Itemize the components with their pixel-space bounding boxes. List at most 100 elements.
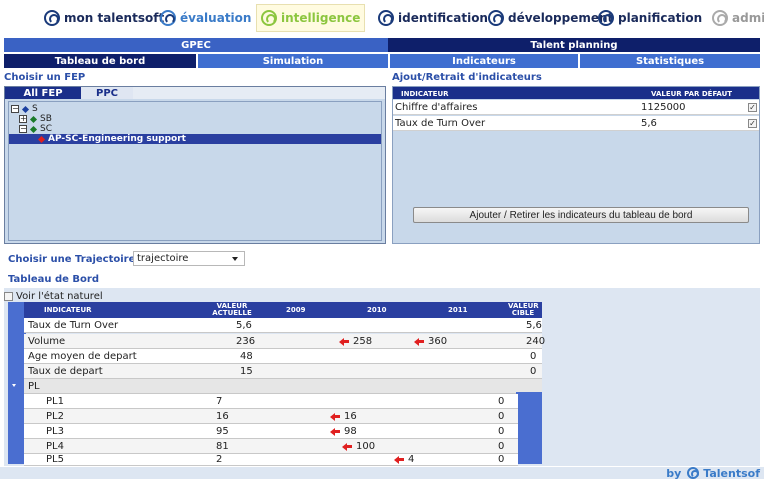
tree-node-sb[interactable]: + SB (19, 114, 52, 124)
row-name: PL4 (46, 441, 64, 452)
row-cible: 0 (530, 366, 537, 377)
table-sub-row: PL1 7 0 (24, 394, 518, 409)
trajectoire-select[interactable]: trajectoire (133, 251, 245, 266)
nav-identification[interactable]: identification (378, 6, 488, 30)
talentsoft-logo-icon (712, 10, 728, 26)
row-name: Volume (28, 336, 66, 347)
row-name: PL1 (46, 396, 64, 407)
col-2009: 2009 (286, 306, 306, 314)
nav-admin[interactable]: admi (712, 6, 764, 30)
table-row: Volume 236 258 360 240 (24, 334, 546, 349)
expand-arrow-icon[interactable] (12, 384, 16, 387)
group-name: PL (28, 381, 40, 392)
indicator-checkbox[interactable]: ✓ (748, 103, 757, 112)
indicator-name: Chiffre d'affaires (395, 102, 478, 113)
tab-tableau-de-bord[interactable]: Tableau de bord (4, 54, 196, 68)
diamond-icon (37, 135, 46, 143)
tree-node-sc[interactable]: − SC (19, 124, 52, 134)
table-row: Age moyen de depart 48 0 (24, 349, 542, 364)
fep-title: Choisir un FEP (4, 72, 86, 83)
diamond-icon (29, 115, 38, 123)
row-name: Taux de Turn Over (28, 320, 119, 331)
row-actuelle: 7 (216, 396, 223, 407)
footer-brand: Talentsof (703, 466, 760, 479)
row-2009-value: 98 (344, 426, 357, 437)
tab-all-fep[interactable]: All FEP (5, 87, 81, 99)
tab-simulation[interactable]: Simulation (198, 54, 388, 68)
diamond-icon (29, 125, 38, 133)
table-group-row[interactable]: PL (12, 379, 542, 394)
tab-ppc[interactable]: PPC (81, 87, 133, 99)
indicator-value: 5,6 (641, 118, 657, 129)
trend-arrow-icon (342, 442, 352, 451)
add-remove-indicators-button[interactable]: Ajouter / Retirer les indicateurs du tab… (413, 207, 749, 223)
trend-arrow-icon (414, 337, 424, 346)
collapse-icon[interactable]: − (19, 125, 27, 133)
tree-node-label: SB (40, 114, 52, 124)
tree-node-label: S (32, 104, 38, 114)
tab-indicateurs[interactable]: Indicateurs (390, 54, 578, 68)
indicator-row: Taux de Turn Over 5,6 ✓ (393, 116, 759, 131)
row-2011-value: 4 (408, 454, 415, 465)
talentsoft-logo-icon (598, 10, 614, 26)
nav-mon-talentsoft[interactable]: mon talentsoft (44, 6, 164, 30)
row-2011-value: 360 (428, 336, 448, 347)
fep-tabs: All FEP PPC (5, 87, 385, 99)
nav-developpement[interactable]: développement (488, 6, 613, 30)
indicator-checkbox[interactable]: ✓ (748, 119, 757, 128)
row-cible: 5,6 (526, 320, 542, 331)
collapse-icon[interactable]: − (11, 105, 19, 113)
col-valeur-actuelle-line2: ACTUELLE (212, 309, 252, 317)
diamond-icon (21, 105, 30, 113)
col-2011: 2011 (448, 306, 468, 314)
tree-node-s[interactable]: − S (11, 104, 38, 114)
row-2010-value: 100 (356, 441, 376, 452)
tableau-de-bord-title: Tableau de Bord (8, 274, 100, 285)
row-2011: 360 (414, 336, 447, 347)
expand-icon[interactable]: + (19, 115, 27, 123)
chevron-down-icon (232, 257, 238, 261)
nav-planification[interactable]: planification (598, 6, 702, 30)
nav-label: identification (398, 11, 488, 25)
indicator-value: 1125000 (641, 102, 686, 113)
voir-etat-naturel-label: Voir l'état naturel (16, 291, 103, 302)
row-actuelle: 48 (240, 351, 253, 362)
row-actuelle: 236 (236, 336, 256, 347)
trajectoire-value: trajectoire (137, 253, 189, 264)
section-label: GPEC (181, 39, 211, 51)
table-row: Taux de depart 15 0 (24, 364, 542, 379)
section-gpec[interactable]: GPEC (4, 38, 388, 52)
row-cible: 0 (530, 351, 537, 362)
row-name: PL5 (46, 454, 64, 465)
trend-arrow-icon (330, 427, 340, 436)
footer-by: by (666, 466, 682, 479)
top-navigation: mon talentsoft évaluation intelligence i… (0, 0, 764, 38)
row-name: Age moyen de depart (28, 351, 137, 362)
col-valeur-cible-line2: CIBLE (511, 309, 535, 317)
row-actuelle: 5,6 (236, 320, 252, 331)
tree-node-ap-sc-engineering-support[interactable]: AP-SC-Engineering support (9, 134, 381, 144)
voir-etat-naturel-checkbox[interactable] (4, 292, 13, 301)
row-name: PL3 (46, 426, 64, 437)
voir-etat-naturel[interactable]: Voir l'état naturel (4, 291, 103, 302)
row-actuelle: 2 (216, 454, 223, 465)
indicators-header: INDICATEUR VALEUR PAR DÉFAUT (393, 87, 759, 99)
talentsoft-logo-icon (44, 10, 60, 26)
row-2009: 98 (330, 426, 357, 437)
indicator-row: Chiffre d'affaires 1125000 ✓ (393, 100, 759, 115)
row-cible: 0 (498, 396, 505, 407)
nav-evaluation[interactable]: évaluation (160, 6, 251, 30)
footer (0, 467, 764, 479)
section-talent-planning[interactable]: Talent planning (388, 38, 760, 52)
nav-intelligence[interactable]: intelligence (256, 4, 366, 32)
tab-label: Statistiques (635, 55, 705, 67)
row-2009-value: 16 (344, 411, 357, 422)
tree-node-label: AP-SC-Engineering support (48, 134, 186, 144)
by-talentsoft: by Talentsof (666, 467, 760, 479)
nav-label: mon talentsoft (64, 11, 165, 25)
tab-label: Tableau de bord (54, 55, 146, 67)
row-2011: 4 (394, 454, 414, 465)
row-cible: 240 (526, 336, 546, 347)
tab-statistiques[interactable]: Statistiques (580, 54, 760, 68)
talentsoft-logo-icon (261, 10, 277, 26)
